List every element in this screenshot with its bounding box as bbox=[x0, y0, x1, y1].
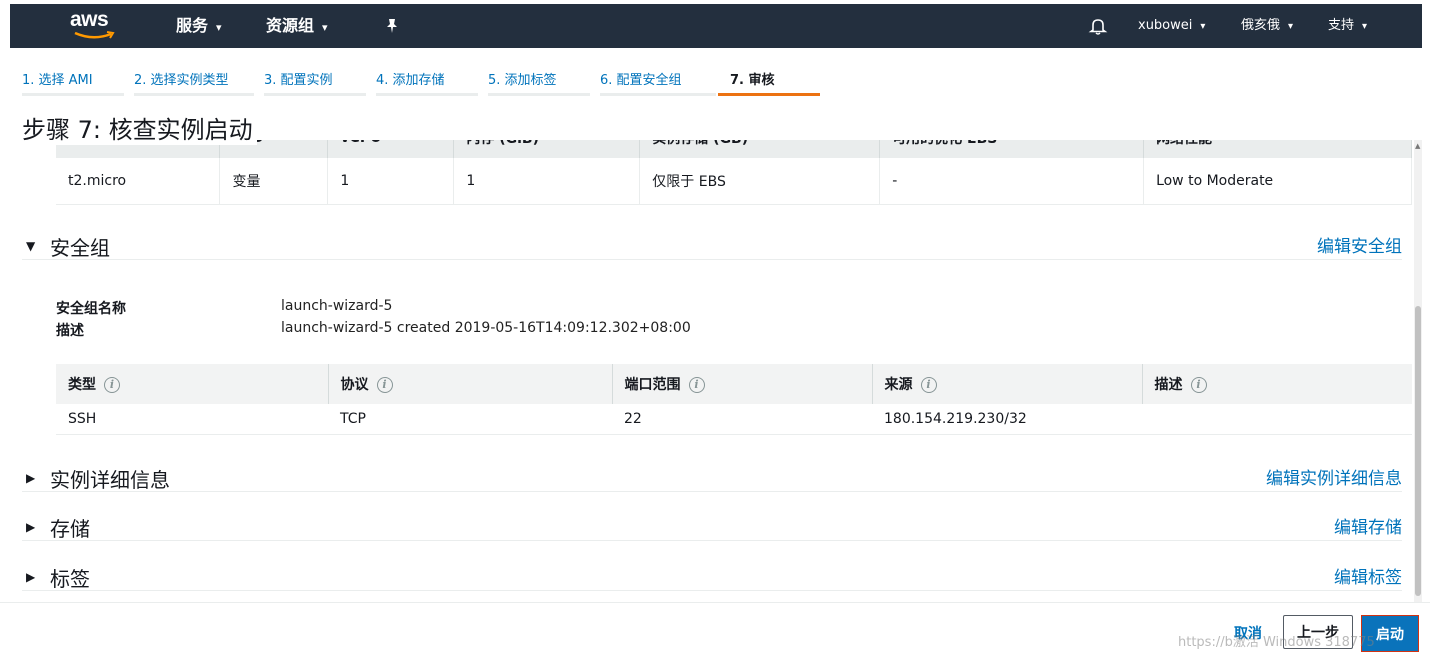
section-title: 安全组 bbox=[50, 236, 110, 260]
caret-down-icon: ▼ bbox=[26, 239, 36, 253]
column-header: 实例存储 (GB) bbox=[639, 140, 881, 158]
table-header-row: 实例类型 ECU vCPU 内存 (GiB) 实例存储 (GB) 可用的优化 E… bbox=[56, 140, 1412, 158]
step-add-storage[interactable]: 4. 添加存储 bbox=[376, 66, 478, 96]
section-title: 标签 bbox=[50, 567, 90, 591]
info-icon[interactable]: i bbox=[920, 377, 937, 393]
wizard-footer: 取消 上一步 启动 https://b激活 Windows 318775 bbox=[0, 602, 1430, 657]
scrollbar-thumb[interactable] bbox=[1415, 306, 1421, 596]
support-menu[interactable]: 支持 ▾ bbox=[1328, 4, 1367, 48]
caret-right-icon: ▶ bbox=[26, 570, 36, 584]
step-configure-security-group[interactable]: 6. 配置安全组 bbox=[600, 66, 716, 96]
review-content[interactable]: 实例类型 ECU vCPU 内存 (GiB) 实例存储 (GB) 可用的优化 E… bbox=[0, 140, 1414, 602]
table-row: SSH TCP 22 180.154.219.230/32 bbox=[56, 404, 1412, 435]
resource-groups-menu[interactable]: 资源组 ▾ bbox=[266, 4, 328, 48]
info-icon[interactable]: i bbox=[104, 377, 120, 393]
resource-groups-label: 资源组 bbox=[266, 16, 315, 35]
table-cell: 1 bbox=[327, 158, 455, 205]
column-header-label: 端口范围 bbox=[624, 377, 681, 393]
caret-right-icon: ▶ bbox=[26, 471, 36, 485]
edit-security-group-link[interactable]: 编辑安全组 bbox=[1317, 232, 1402, 257]
column-header: 网络性能 bbox=[1143, 140, 1412, 158]
storage-section-header[interactable]: ▶ 存储 编辑存储 bbox=[22, 515, 1402, 541]
caret-right-icon: ▶ bbox=[26, 520, 36, 534]
tags-section-header[interactable]: ▶ 标签 编辑标签 bbox=[22, 565, 1402, 591]
bell-icon[interactable] bbox=[1088, 16, 1108, 36]
column-header-protocol: 协议 i bbox=[328, 364, 613, 404]
table-cell: 180.154.219.230/32 bbox=[872, 404, 1142, 435]
column-header-description: 描述 i bbox=[1142, 364, 1412, 404]
security-group-desc-label: 描述 bbox=[56, 323, 84, 339]
chevron-down-icon: ▾ bbox=[322, 21, 328, 34]
table-row: t2.micro 变量 1 1 仅限于 EBS - Low to Moderat… bbox=[56, 158, 1412, 205]
edit-storage-link[interactable]: 编辑存储 bbox=[1334, 513, 1402, 538]
page-title: 步骤 7: 核查实例启动 bbox=[22, 110, 257, 145]
chevron-down-icon: ▾ bbox=[216, 21, 222, 34]
table-cell bbox=[1142, 404, 1412, 435]
security-group-section-header[interactable]: ▼ 安全组 编辑安全组 bbox=[22, 234, 1402, 260]
column-header: 可用的优化 EBS bbox=[879, 140, 1145, 158]
section-title: 实例详细信息 bbox=[50, 468, 170, 492]
chevron-down-icon: ▾ bbox=[1200, 21, 1206, 32]
chevron-down-icon: ▾ bbox=[1288, 21, 1294, 32]
table-cell: 22 bbox=[612, 404, 872, 435]
step-review[interactable]: 7. 审核 bbox=[718, 66, 820, 96]
chevron-down-icon: ▾ bbox=[1362, 21, 1368, 32]
column-header-label: 类型 bbox=[68, 377, 96, 393]
table-cell: 1 bbox=[453, 158, 641, 205]
top-navigation-bar: aws 服务 ▾ 资源组 ▾ xubowei ▾ 俄亥俄 ▾ 支持 ▾ bbox=[10, 4, 1422, 48]
support-label: 支持 bbox=[1328, 18, 1355, 33]
security-group-desc-value: launch-wizard-5 created 2019-05-16T14:09… bbox=[281, 320, 691, 336]
column-header-source: 来源 i bbox=[872, 364, 1143, 404]
table-cell: 仅限于 EBS bbox=[639, 158, 881, 205]
table-cell: t2.micro bbox=[56, 158, 221, 205]
aws-logo-text: aws bbox=[70, 8, 109, 31]
user-name: xubowei bbox=[1138, 18, 1193, 33]
pin-icon[interactable] bbox=[382, 16, 402, 36]
table-cell: - bbox=[879, 158, 1145, 205]
step-configure-instance[interactable]: 3. 配置实例 bbox=[264, 66, 366, 96]
instance-type-table: 实例类型 ECU vCPU 内存 (GiB) 实例存储 (GB) 可用的优化 E… bbox=[56, 140, 1412, 205]
column-header-label: 描述 bbox=[1154, 377, 1183, 393]
info-icon[interactable]: i bbox=[376, 377, 393, 393]
column-header-port-range: 端口范围 i bbox=[612, 364, 873, 404]
region-name: 俄亥俄 bbox=[1241, 18, 1281, 33]
aws-logo[interactable]: aws bbox=[70, 9, 120, 43]
column-header-type: 类型 i bbox=[56, 364, 329, 404]
user-menu[interactable]: xubowei ▾ bbox=[1138, 4, 1205, 48]
services-menu[interactable]: 服务 ▾ bbox=[176, 4, 222, 48]
edit-tags-link[interactable]: 编辑标签 bbox=[1334, 563, 1402, 588]
column-header: 内存 (GiB) bbox=[453, 140, 641, 158]
instance-details-section-header[interactable]: ▶ 实例详细信息 编辑实例详细信息 bbox=[22, 466, 1402, 492]
step-choose-instance-type[interactable]: 2. 选择实例类型 bbox=[134, 66, 254, 96]
security-rules-table: 类型 i 协议 i 端口范围 i 来源 i 描述 i SSH TCP 22 180.154… bbox=[56, 364, 1412, 435]
table-cell: SSH bbox=[56, 404, 328, 435]
scroll-up-arrow-icon[interactable]: ▲ bbox=[1415, 142, 1420, 150]
table-cell: 变量 bbox=[219, 158, 329, 205]
step-choose-ami[interactable]: 1. 选择 AMI bbox=[22, 66, 124, 96]
aws-smile-icon bbox=[74, 31, 115, 39]
section-title: 存储 bbox=[50, 517, 90, 541]
edit-instance-details-link[interactable]: 编辑实例详细信息 bbox=[1266, 464, 1402, 489]
column-header-label: 来源 bbox=[884, 377, 913, 393]
region-menu[interactable]: 俄亥俄 ▾ bbox=[1241, 4, 1293, 48]
cancel-link[interactable]: 取消 bbox=[1234, 623, 1262, 643]
step-add-tags[interactable]: 5. 添加标签 bbox=[488, 66, 590, 96]
previous-button[interactable]: 上一步 bbox=[1283, 615, 1353, 649]
table-cell: Low to Moderate bbox=[1143, 158, 1412, 205]
info-icon[interactable]: i bbox=[1190, 377, 1207, 393]
launch-button[interactable]: 启动 bbox=[1359, 613, 1421, 654]
security-group-name-label: 安全组名称 bbox=[56, 301, 126, 317]
security-group-name-value: launch-wizard-5 bbox=[281, 298, 393, 314]
column-header: vCPU bbox=[327, 140, 455, 158]
info-icon[interactable]: i bbox=[688, 377, 705, 393]
services-label: 服务 bbox=[176, 16, 209, 35]
table-header-row: 类型 i 协议 i 端口范围 i 来源 i 描述 i bbox=[56, 364, 1412, 404]
table-cell: TCP bbox=[328, 404, 612, 435]
column-header-label: 协议 bbox=[340, 377, 369, 393]
vertical-scrollbar[interactable]: ▲ bbox=[1414, 140, 1422, 602]
